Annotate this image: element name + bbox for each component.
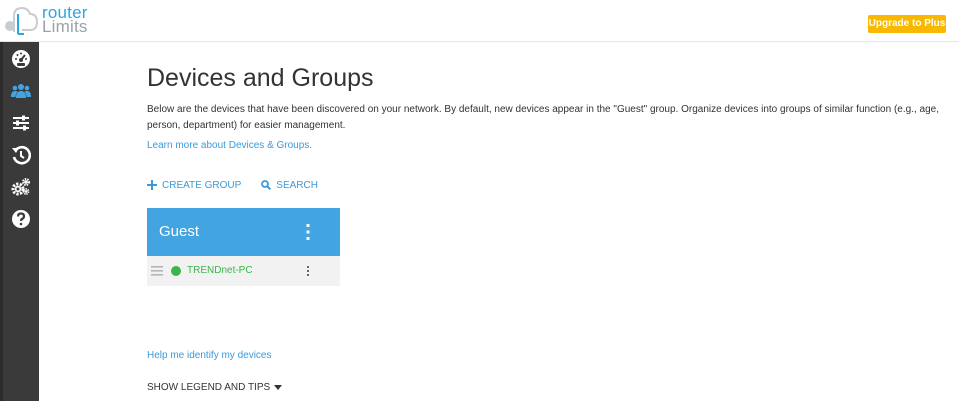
device-row[interactable]: TRENDnet-PC: [147, 256, 340, 286]
page-description: Below are the devices that have been dis…: [147, 104, 939, 131]
sidebar-item-advanced[interactable]: [3, 172, 39, 202]
logo-text: router Limits: [42, 4, 88, 36]
group-menu-kebab-icon[interactable]: [304, 222, 312, 242]
sliders-icon: [13, 115, 29, 131]
question-circle-icon: [12, 210, 30, 228]
group-card-guest: Guest TRENDnet-PC: [147, 208, 340, 286]
search-icon: [261, 180, 272, 190]
plus-icon: [147, 180, 157, 190]
sidebar-item-settings[interactable]: [3, 108, 39, 138]
search-label: SEARCH: [276, 179, 318, 191]
logo-line-limits: Limits: [42, 17, 88, 36]
device-menu-kebab-icon[interactable]: [304, 265, 312, 277]
gears-icon: [11, 178, 30, 196]
history-icon: [12, 145, 31, 165]
help-identify-devices-link[interactable]: Help me identify my devices: [147, 350, 272, 361]
search-button[interactable]: SEARCH: [261, 180, 318, 191]
drag-handle-icon[interactable]: [151, 266, 163, 276]
show-legend-toggle[interactable]: SHOW LEGEND AND TIPS: [147, 382, 283, 393]
group-header: Guest: [147, 208, 340, 256]
sidebar-item-history[interactable]: [3, 140, 39, 170]
router-limits-logo[interactable]: router Limits: [4, 2, 100, 38]
sidebar-item-dashboard[interactable]: [3, 44, 39, 74]
create-group-button[interactable]: CREATE GROUP: [147, 180, 241, 191]
device-name[interactable]: TRENDnet-PC: [187, 265, 253, 276]
group-name: Guest: [159, 223, 200, 240]
users-icon: [11, 84, 31, 98]
caret-down-icon: [274, 384, 283, 390]
online-status-dot: [171, 266, 181, 276]
sidebar: [0, 42, 39, 401]
sidebar-item-help[interactable]: [3, 204, 39, 234]
sidebar-item-devices[interactable]: [3, 76, 39, 106]
group-actions: CREATE GROUP SEARCH: [147, 178, 318, 192]
cloud-logo-icon: [5, 6, 39, 35]
upgrade-to-plus-button[interactable]: Upgrade to Plus: [868, 15, 946, 33]
legend-toggle-label: SHOW LEGEND AND TIPS: [147, 382, 271, 393]
top-header: router Limits Upgrade to Plus: [0, 0, 959, 42]
page-title: Devices and Groups: [147, 64, 374, 92]
dashboard-gauge-icon: [12, 50, 30, 68]
create-group-label: CREATE GROUP: [162, 179, 242, 191]
learn-more-link[interactable]: Learn more about Devices & Groups.: [147, 140, 312, 151]
main-content: Devices and Groups Below are the devices…: [147, 42, 959, 401]
